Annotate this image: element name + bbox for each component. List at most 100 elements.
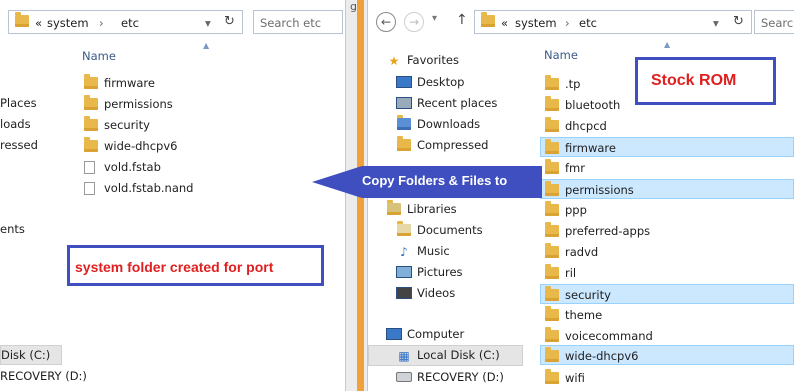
copy-arrow-text: Copy Folders & Files to: [362, 173, 508, 188]
up-button[interactable]: ↑: [456, 12, 468, 28]
file-name: security: [565, 288, 611, 302]
nav-fragment-compressed[interactable]: ressed: [0, 138, 38, 152]
file-name: voicecommand: [565, 329, 653, 343]
file-row-fmr[interactable]: fmr: [545, 158, 793, 178]
file-icon: [84, 161, 95, 177]
folder-icon: [545, 369, 559, 387]
folder-icon: [545, 159, 559, 177]
back-button[interactable]: ←: [376, 12, 396, 32]
star-icon: ★: [388, 54, 400, 68]
libraries-icon: [386, 200, 402, 217]
pictures-icon: [396, 266, 412, 280]
nav-fragment-downloads[interactable]: loads: [0, 117, 31, 131]
left-address-bar[interactable]: « system › etc ▾ ↻: [8, 10, 243, 34]
file-row-permissions[interactable]: permissions: [540, 179, 794, 199]
nav-label: Music: [417, 244, 450, 258]
breadcrumb-etc[interactable]: etc: [579, 16, 597, 30]
file-row-voicecommand[interactable]: voicecommand: [545, 326, 793, 346]
folder-icon: [545, 347, 559, 365]
nav-label: Recent places: [417, 96, 498, 110]
folder-icon: [84, 95, 98, 113]
folder-icon: [545, 264, 559, 282]
computer-icon: [386, 328, 402, 342]
right-address-bar[interactable]: « system › etc ▾ ↻: [474, 10, 752, 34]
file-name: wide-dhcpv6: [104, 139, 178, 153]
file-row-wifi[interactable]: wifi: [545, 368, 793, 388]
file-name: vold.fstab.nand: [104, 181, 194, 195]
column-header-name[interactable]: Name: [82, 49, 116, 63]
file-row-ppp[interactable]: ppp: [545, 200, 793, 220]
sort-caret-icon: ▲: [203, 41, 210, 50]
breadcrumb-separator: ›: [99, 16, 104, 30]
nav-label: Libraries: [407, 202, 457, 216]
nav-label: Downloads: [417, 117, 481, 131]
search-placeholder: Search: [761, 16, 794, 30]
right-search-input[interactable]: Search: [754, 10, 794, 34]
search-placeholder: Search etc: [260, 16, 322, 30]
left-explorer-window: « system › etc ▾ ↻ Search etc Name ▲ Pla…: [0, 0, 345, 391]
music-icon: ♪: [400, 245, 408, 259]
file-row-dhcpcd[interactable]: dhcpcd: [545, 116, 793, 136]
file-name: wifi: [565, 371, 585, 385]
file-name: permissions: [104, 97, 173, 111]
port-folder-text: system folder created for port: [75, 259, 274, 275]
breadcrumb-etc[interactable]: etc: [121, 16, 139, 30]
address-chevron[interactable]: «: [35, 16, 42, 30]
file-name: ppp: [565, 203, 587, 217]
folder-icon: [84, 116, 98, 134]
file-name: .tp: [565, 77, 581, 91]
file-name: radvd: [565, 245, 599, 259]
file-name: vold.fstab: [104, 160, 161, 174]
nav-fragment-documents[interactable]: ents: [0, 222, 25, 236]
file-row-wide-dhcpv6[interactable]: wide-dhcpv6: [540, 345, 794, 365]
recent-dropdown-icon[interactable]: ▾: [432, 13, 437, 24]
nav-label: Favorites: [407, 53, 459, 67]
nav-label: Computer: [407, 327, 465, 341]
gap-glyph: g: [350, 0, 357, 13]
nav-fragment-recent[interactable]: Places: [0, 96, 37, 110]
file-name: wide-dhcpv6: [565, 349, 639, 363]
folder-icon: [545, 139, 559, 157]
file-row-theme[interactable]: theme: [545, 305, 793, 325]
folder-icon: [84, 74, 98, 92]
desktop-icon: [396, 76, 412, 90]
refresh-icon[interactable]: ↻: [224, 14, 235, 29]
file-name: bluetooth: [565, 98, 621, 112]
column-header-name[interactable]: Name: [544, 48, 578, 62]
folder-icon: [481, 12, 495, 30]
refresh-icon[interactable]: ↻: [733, 14, 744, 29]
address-dropdown-icon[interactable]: ▾: [713, 16, 719, 30]
nav-fragment-recovery[interactable]: RECOVERY (D:): [0, 369, 87, 383]
file-name: firmware: [565, 141, 616, 155]
file-row-firmware[interactable]: firmware: [540, 137, 794, 157]
file-row-radvd[interactable]: radvd: [545, 242, 793, 262]
file-name: permissions: [565, 183, 634, 197]
port-folder-label: system folder created for port: [67, 245, 324, 286]
address-dropdown-icon[interactable]: ▾: [205, 16, 211, 30]
breadcrumb-system[interactable]: system: [47, 16, 89, 30]
file-row-security[interactable]: security: [540, 284, 794, 304]
folder-icon: [545, 181, 559, 199]
folder-icon: [15, 12, 29, 30]
nav-fragment-local-disk: Disk (C:): [1, 348, 51, 362]
forward-button[interactable]: →: [404, 12, 424, 32]
nav-label: Videos: [417, 286, 456, 300]
downloads-icon: [396, 115, 412, 132]
file-name: security: [104, 118, 150, 132]
copy-arrow: Copy Folders & Files to: [312, 166, 542, 198]
drive-icon: [396, 371, 412, 385]
nav-label: Compressed: [417, 138, 489, 152]
file-row-ril[interactable]: ril: [545, 263, 793, 283]
file-name: firmware: [104, 76, 155, 90]
nav-fragment-local-disk-row[interactable]: Disk (C:): [0, 345, 62, 365]
folder-icon: [84, 137, 98, 155]
address-chevron[interactable]: «: [501, 16, 508, 30]
nav-label: Pictures: [417, 265, 463, 279]
file-row-preferred-apps[interactable]: preferred-apps: [545, 221, 793, 241]
stock-rom-label: Stock ROM: [635, 57, 776, 105]
folder-icon: [545, 243, 559, 261]
folder-icon: [545, 201, 559, 219]
breadcrumb-system[interactable]: system: [515, 16, 557, 30]
stock-rom-text: Stock ROM: [651, 72, 737, 89]
left-search-input[interactable]: Search etc: [253, 10, 343, 34]
